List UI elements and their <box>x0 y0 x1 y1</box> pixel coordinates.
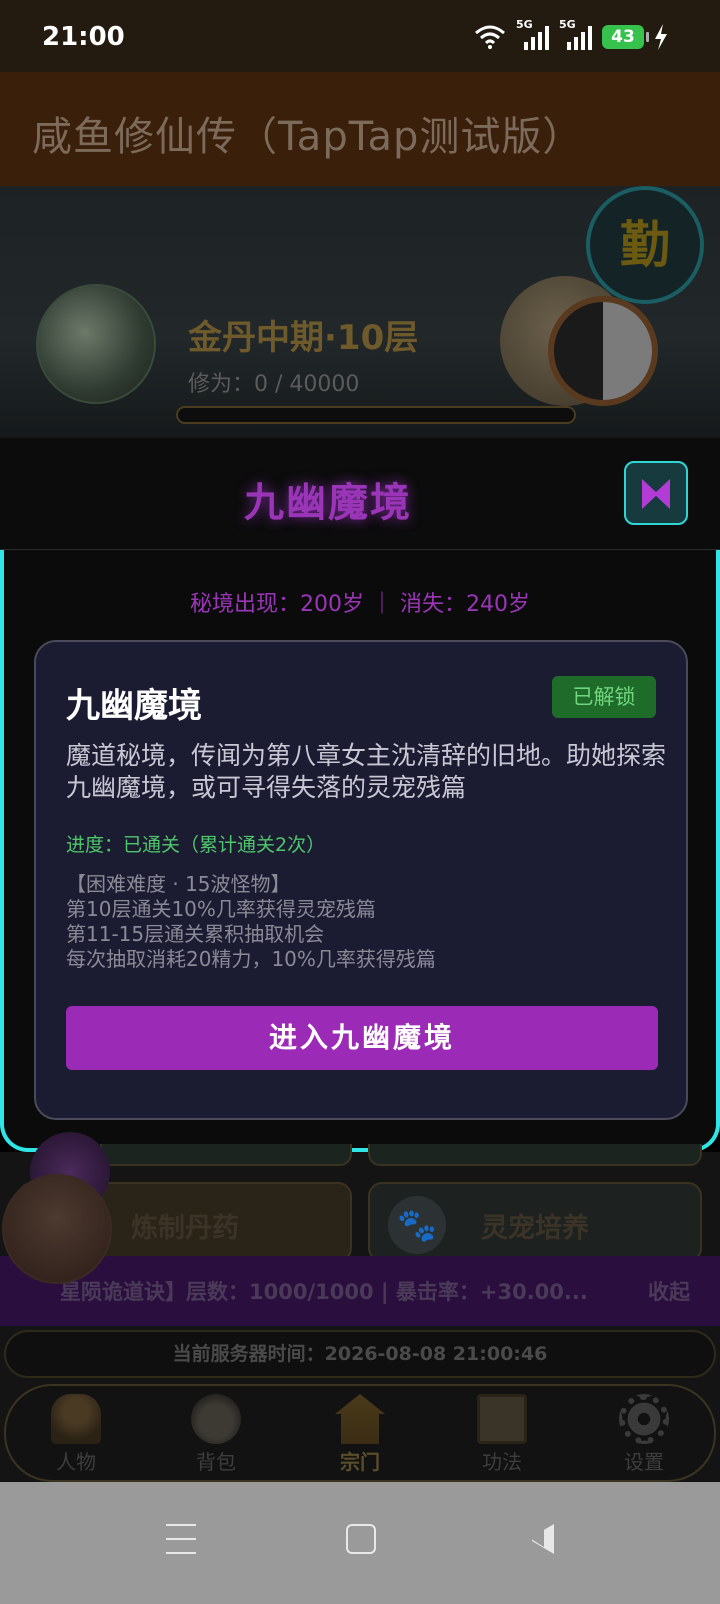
realm-rules: 【困难难度 · 15波怪物】 第10层通关10%几率获得灵宠残篇 第11-15层… <box>66 872 436 972</box>
nav-label: 背包 <box>196 1450 236 1474</box>
pet-tile[interactable]: 🐾 灵宠培养 <box>368 1182 702 1262</box>
system-nav-bar <box>0 1482 720 1604</box>
nav-item-skill[interactable]: 功法 <box>432 1386 572 1484</box>
realm-card: 九幽魔境 已解锁 魔道秘境，传闻为第八章女主沈清辞的旧地。助她探索九幽魔境，或可… <box>34 640 688 1120</box>
charging-icon <box>655 24 667 50</box>
player-avatar[interactable] <box>36 284 156 404</box>
wifi-icon <box>475 25 505 49</box>
signal-icon: 5G <box>559 18 592 50</box>
modal-title: 九幽魔境 <box>244 480 412 526</box>
tile-partial[interactable] <box>100 1144 352 1166</box>
status-bar: 21:00 5G 5G 43 <box>0 0 720 72</box>
rule-line: 每次抽取消耗20精力，10%几率获得残篇 <box>66 947 436 971</box>
sect-icon <box>335 1394 385 1444</box>
pet-label: 灵宠培养 <box>481 1213 589 1244</box>
person-icon <box>51 1394 101 1444</box>
network-type: 5G <box>516 18 533 31</box>
bag-icon <box>191 1394 241 1444</box>
character-portrait[interactable] <box>2 1174 112 1284</box>
realm-level: 金丹中期·10层 <box>188 318 419 358</box>
cultivation-progress-bar <box>176 406 576 424</box>
status-icons: 5G 5G 43 <box>474 18 668 50</box>
nav-item-person[interactable]: 人物 <box>6 1386 146 1484</box>
nav-label: 宗门 <box>340 1450 380 1474</box>
status-time: 21:00 <box>42 22 125 52</box>
nav-item-sect[interactable]: 宗门 <box>290 1386 430 1484</box>
close-icon <box>654 479 670 509</box>
server-time: 当前服务器时间：2026-08-08 21:00:46 <box>4 1330 716 1378</box>
menu-icon[interactable] <box>166 1524 196 1554</box>
nav-label: 人物 <box>56 1450 96 1474</box>
rule-line: 第11-15层通关累积抽取机会 <box>66 922 325 946</box>
nav-label: 设置 <box>624 1450 664 1474</box>
signal-icon: 5G <box>516 18 549 50</box>
yinyang-icon[interactable] <box>548 296 658 406</box>
enter-realm-button[interactable]: 进入九幽魔境 <box>66 1006 658 1070</box>
modal-header: 九幽魔境 <box>0 438 720 550</box>
nav-label: 功法 <box>482 1450 522 1474</box>
app-title-bar: 咸鱼修仙传（TapTap测试版） <box>0 72 720 186</box>
unlocked-badge: 已解锁 <box>552 676 656 718</box>
rule-line: 【困难难度 · 15波怪物】 <box>66 872 291 896</box>
buff-bar: 星陨诡道诀】层数：1000/1000 | 暴击率：+30.00... 收起 <box>0 1256 720 1326</box>
secret-realm-modal: 秘境出现：200岁 ｜ 消失：240岁 九幽魔境 已解锁 魔道秘境，传闻为第八章… <box>0 550 720 1152</box>
collapse-button[interactable]: 收起 <box>648 1276 690 1306</box>
buff-text: 星陨诡道诀】层数：1000/1000 | 暴击率：+30.00... <box>60 1280 588 1304</box>
gear-icon <box>619 1394 669 1444</box>
player-header: 金丹中期·10层 修为：0 / 40000 勤 <box>0 186 720 438</box>
realm-description: 魔道秘境，传闻为第八章女主沈清辞的旧地。助她探索九幽魔境，或可寻得失落的灵宠残篇 <box>66 741 667 802</box>
realm-card-title: 九幽魔境 <box>66 686 202 726</box>
cultivation-text: 修为：0 / 40000 <box>188 372 360 397</box>
home-icon[interactable] <box>346 1524 376 1554</box>
close-button[interactable] <box>624 461 688 525</box>
realm-progress: 进度：已通关（累计通关2次） <box>66 834 326 856</box>
battery-icon: 43 <box>602 25 649 49</box>
nav-item-settings[interactable]: 设置 <box>574 1386 714 1484</box>
diligence-badge[interactable]: 勤 <box>586 186 704 304</box>
back-icon[interactable] <box>524 1524 554 1554</box>
app-title: 咸鱼修仙传（TapTap测试版） <box>32 114 584 160</box>
scroll-icon <box>477 1394 527 1444</box>
bottom-nav: 人物 背包 宗门 功法 设置 <box>4 1384 716 1482</box>
network-type: 5G <box>559 18 576 31</box>
rule-line: 第10层通关10%几率获得灵宠残篇 <box>66 897 376 921</box>
tile-partial[interactable] <box>368 1144 702 1166</box>
nav-item-bag[interactable]: 背包 <box>146 1386 286 1484</box>
realm-appear-info: 秘境出现：200岁 ｜ 消失：240岁 <box>190 592 530 617</box>
